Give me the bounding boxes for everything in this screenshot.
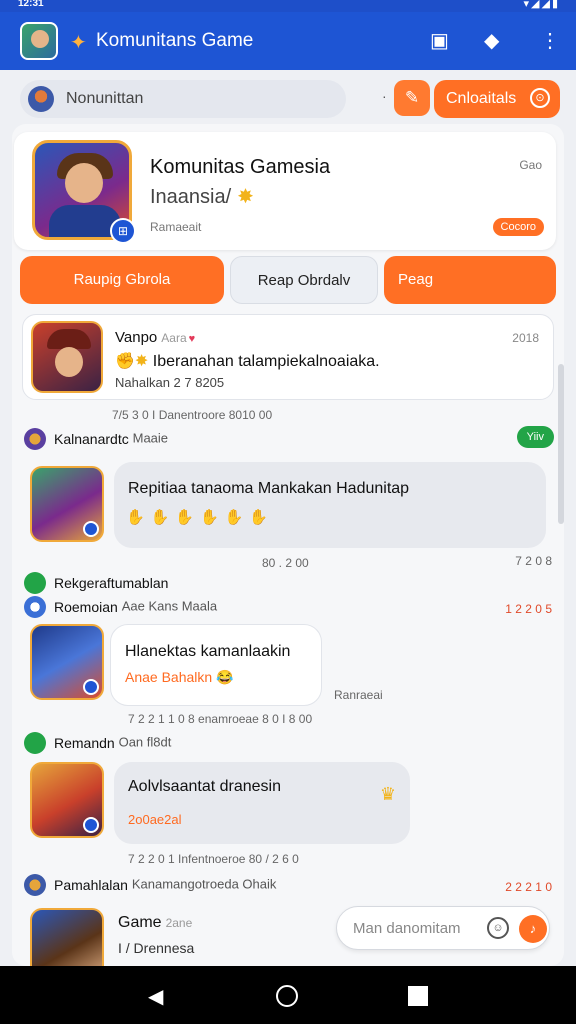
message-user-sub: Oan fl8dt (118, 734, 172, 750)
mic-send-icon[interactable]: ♪ (519, 915, 547, 943)
heart-icon: ♥ (188, 333, 196, 345)
community-search[interactable]: Nonunittan (20, 80, 346, 118)
message-user-line: Kalnanardtc Maaie (24, 428, 168, 450)
verified-icon (24, 572, 46, 594)
message-bubble[interactable]: Hlanektas kamanlaakin Anae Bahalkn 😂 (110, 624, 322, 706)
message-user: Rekgeraftumablan (54, 575, 169, 591)
message-name-sub: 2ane (165, 916, 193, 930)
message-text: Repitiaa tanaoma Mankakan Hadunitap (128, 480, 410, 497)
butterfly-logo-icon: ✦ (70, 32, 87, 54)
tab-raupig[interactable]: Raupig Gbrola (20, 256, 224, 304)
grid-badge-icon: ⊞ (110, 218, 136, 244)
message-user-line: Remandn Oan fl8dt (24, 732, 171, 754)
message-user: Remandn (54, 735, 115, 751)
recents-icon[interactable] (408, 986, 428, 1006)
edit-button[interactable]: ✎ (394, 80, 430, 116)
message-name: Game (118, 914, 162, 931)
community-subtitle: Inaansia/✸ (150, 184, 254, 209)
timestamp: 7 2 0 8 (515, 554, 552, 568)
community-subtitle-text: Inaansia/ (150, 186, 232, 208)
message-user: Pamahlalan (54, 877, 128, 893)
camera-icon[interactable]: ▣ (430, 28, 449, 53)
message-user-sub: Kanamangotroeda Ohaik (131, 876, 277, 892)
app-avatar[interactable] (20, 22, 58, 60)
home-icon[interactable] (276, 985, 298, 1007)
message-input[interactable] (353, 917, 483, 939)
scrollbar[interactable] (558, 364, 564, 524)
search-label: Nonunittan (66, 90, 144, 107)
message-text: Hlanektas kamanlaakin (125, 643, 291, 660)
edit-icon: ✎ (404, 88, 420, 107)
tab-reap[interactable]: Reap Obrdalv (230, 256, 378, 304)
timestamp: 80 . 2 00 (262, 556, 309, 570)
message-subtext: Anae Bahalkn 😂 (125, 669, 234, 685)
emoji-icon[interactable]: ☺ (487, 917, 509, 939)
message-user: Roemoian (54, 599, 118, 615)
community-meta: Ramaeait (150, 220, 202, 234)
target-icon: ⊙ (530, 88, 550, 108)
back-icon[interactable]: ◀ (148, 984, 163, 1009)
status-time: 12:31 (18, 0, 44, 9)
community-panel: ⊞ Komunitas Gamesia Inaansia/✸ Ramaeait … (12, 124, 564, 966)
status-icons: ▾◢◢▮ (523, 0, 560, 10)
post-emoji: ✊✸ (115, 353, 149, 370)
message-user-name: Game 2ane (118, 914, 192, 932)
post-avatar (31, 321, 103, 393)
message-subtext: 2o0ae2al (128, 812, 182, 827)
post-body: Iberanahan talampiekalnoaiaka. (152, 353, 380, 370)
reaction-emojis: ✋✋✋✋✋✋ (126, 509, 275, 526)
post-author: Vanpo Aara ♥ (115, 329, 195, 346)
message-user-line: Pamahlalan Kanamangotroeda Ohaik (24, 874, 276, 896)
app-title: Komunitans Game (96, 30, 254, 51)
pinned-post[interactable]: Vanpo Aara ♥ 2018 ✊✸ Iberanahan talampieka… (22, 314, 554, 400)
community-hero-card[interactable]: ⊞ Komunitas Gamesia Inaansia/✸ Ramaeait … (14, 132, 556, 250)
message-composer[interactable]: ☺ ♪ (336, 906, 550, 950)
message-bubble[interactable]: Repitiaa tanaoma Mankakan Hadunitap ✋✋✋✋… (114, 462, 546, 548)
tab-peag[interactable]: Peag (384, 256, 556, 304)
message-user-sub: Maaie (132, 430, 169, 446)
community-title: Komunitas Gamesia (150, 156, 331, 178)
status-badge[interactable]: Cocoro (492, 218, 544, 236)
verified-icon (24, 732, 46, 754)
post-author-name: Vanpo (115, 329, 158, 346)
message-avatar (30, 466, 104, 542)
status-bar: 12:31 ▾◢◢▮ (0, 0, 576, 12)
system-nav-bar: ◀ (0, 966, 576, 1024)
message-bubble[interactable]: Aolvlsaantat dranesin 2o0ae2al ♛ (114, 762, 410, 844)
post-time: 2018 (512, 331, 539, 345)
post-author-sub: Aara (161, 331, 187, 345)
message-subtext: I / Drennesa (118, 940, 195, 956)
message-count: 2 2 2 1 0 (505, 880, 552, 894)
crown-icon: ♛ (379, 784, 396, 804)
sparkle-icon: ✸ (237, 186, 254, 208)
message-avatar (30, 624, 104, 700)
message-count: 1 2 2 0 5 (505, 602, 552, 616)
community-corner-text: Gao (519, 158, 542, 172)
message-user-line: Roemoian Aae Kans Maala (24, 596, 217, 618)
post-text: ✊✸ Iberanahan talampiekalnoaiaka. (115, 351, 380, 371)
message-side-label: Ranraeai (334, 688, 383, 702)
user-dot (24, 874, 46, 896)
user-dot (24, 428, 46, 450)
cta-button[interactable]: Cnloaitals ⊙ (434, 80, 560, 118)
app-bar: ✦ Komunitans Game ▣ ◆ ⋮ (0, 12, 576, 70)
post-tag: Nahalkan 2 7 8205 (115, 375, 225, 390)
timestamp: 7 2 2 1 1 0 8 enamroeae 8 0 I 8 00 (128, 712, 313, 726)
message-avatar (30, 908, 104, 966)
separator-dot: · (382, 88, 387, 104)
user-avatar (28, 86, 54, 112)
cta-label: Cnloaitals (446, 90, 517, 107)
online-badge: Yiiv (516, 426, 554, 448)
message-user: Kalnanardtc (54, 431, 129, 447)
search-row: Nonunittan · ✎ Cnloaitals ⊙ (12, 78, 564, 120)
message-avatar (30, 762, 104, 838)
user-dot (24, 596, 46, 618)
box-icon[interactable]: ◆ (484, 28, 499, 53)
message-user-line: Rekgeraftumablan (24, 572, 168, 594)
message-user-sub: Aae Kans Maala (121, 598, 218, 614)
timestamp: 7/5 3 0 I Danentroore 8010 00 (112, 408, 273, 422)
timestamp: 7 2 2 0 1 Infentnoeroe 80 / 2 6 0 (128, 852, 299, 866)
message-text: Aolvlsaantat dranesin (128, 778, 281, 795)
more-vert-icon[interactable]: ⋮ (540, 28, 560, 53)
